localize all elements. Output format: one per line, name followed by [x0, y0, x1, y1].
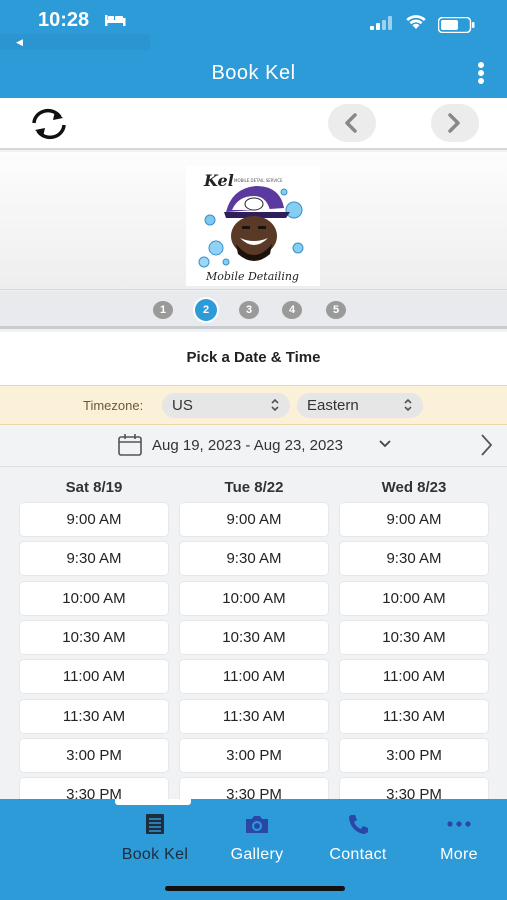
timezone-region-value: US — [172, 397, 193, 414]
time-slot-button[interactable]: 9:30 AM — [20, 542, 168, 575]
time-slot-grid: Sat 8/19 Tue 8/22 Wed 8/23 9:00 AM 9:30 … — [0, 467, 507, 799]
time-slot-button[interactable]: 3:00 PM — [180, 739, 328, 772]
time-slot-button[interactable]: 9:30 AM — [180, 542, 328, 575]
chevron-left-icon — [345, 113, 357, 133]
time-slot-button[interactable]: 11:00 AM — [180, 660, 328, 693]
svg-text:Mobile Detailing: Mobile Detailing — [205, 270, 299, 283]
step-1[interactable]: 1 — [153, 301, 173, 319]
time-slot-button[interactable]: 9:00 AM — [20, 503, 168, 536]
time-slot-button[interactable]: 10:00 AM — [340, 582, 488, 615]
time-slot-button[interactable]: 10:00 AM — [20, 582, 168, 615]
date-range-picker[interactable]: Aug 19, 2023 - Aug 23, 2023 — [152, 437, 343, 454]
book-icon — [146, 814, 164, 834]
step-5[interactable]: 5 — [326, 301, 346, 319]
time-slot-button[interactable]: 11:30 AM — [20, 700, 168, 733]
time-slot-button[interactable]: 10:30 AM — [180, 621, 328, 654]
time-slot-button[interactable]: 10:30 AM — [340, 621, 488, 654]
select-updown-icon — [271, 398, 279, 412]
timezone-row: Timezone: US Eastern — [0, 385, 507, 425]
previous-button[interactable] — [328, 104, 376, 142]
tab-label: More — [440, 846, 478, 863]
active-tab-indicator — [115, 799, 191, 805]
calendar-icon[interactable] — [117, 433, 143, 457]
step-3[interactable]: 3 — [239, 301, 259, 319]
day-column-header: Sat 8/19 — [65, 479, 123, 496]
cellular-signal-icon — [370, 16, 392, 30]
time-slot-button[interactable]: 9:00 AM — [180, 503, 328, 536]
svg-text:MOBILE DETAIL SERVICE: MOBILE DETAIL SERVICE — [234, 178, 283, 183]
home-indicator[interactable] — [165, 886, 345, 891]
battery-icon — [438, 17, 475, 33]
app-header: Book Kel — [0, 50, 507, 98]
tab-more[interactable]: More — [409, 813, 507, 864]
more-options-icon[interactable] — [474, 62, 488, 86]
status-time: 10:28 — [38, 9, 90, 31]
section-title: Pick a Date & Time — [0, 332, 507, 386]
chevron-down-icon[interactable] — [378, 439, 392, 449]
wifi-icon — [406, 15, 426, 29]
sleep-focus-icon — [105, 15, 126, 26]
phone-icon — [349, 815, 368, 834]
time-slot-button[interactable]: 11:00 AM — [340, 660, 488, 693]
timezone-zone-select[interactable]: Eastern — [297, 393, 423, 418]
refresh-icon[interactable] — [26, 106, 72, 142]
business-logo: Kel MOBILE DETAIL SERVICE Mobile Detaili… — [186, 166, 320, 286]
business-banner: Kel MOBILE DETAIL SERVICE Mobile Detaili… — [0, 152, 507, 290]
time-slot-button[interactable]: 11:30 AM — [340, 700, 488, 733]
time-slot-button[interactable]: 9:30 AM — [340, 542, 488, 575]
time-slot-button[interactable]: 10:00 AM — [180, 582, 328, 615]
timezone-region-select[interactable]: US — [162, 393, 290, 418]
step-indicator: 1 2 3 4 5 — [0, 291, 507, 329]
tab-label: Gallery — [230, 846, 284, 863]
day-column-header: Wed 8/23 — [381, 479, 447, 496]
time-slot-button[interactable]: 11:00 AM — [20, 660, 168, 693]
more-dots-icon — [447, 821, 471, 827]
day-column-header: Tue 8/22 — [224, 479, 284, 496]
tab-label: Contact — [329, 846, 387, 863]
tab-contact[interactable]: Contact — [308, 813, 408, 864]
step-2-active[interactable]: 2 — [195, 299, 217, 321]
time-slot-button[interactable]: 3:30 PM — [20, 778, 168, 799]
toolbar — [0, 98, 507, 150]
time-slot-button[interactable]: 3:00 PM — [340, 739, 488, 772]
time-slot-button[interactable]: 3:30 PM — [340, 778, 488, 799]
date-range-row: Aug 19, 2023 - Aug 23, 2023 — [0, 425, 507, 467]
next-dates-chevron-icon[interactable] — [478, 433, 494, 457]
status-bar: 10:28 ◀ — [0, 0, 507, 50]
tab-label: Book Kel — [121, 846, 189, 863]
timezone-zone-value: Eastern — [307, 397, 359, 414]
time-slot-button[interactable]: 10:30 AM — [20, 621, 168, 654]
step-4[interactable]: 4 — [282, 301, 302, 319]
camera-icon — [246, 816, 268, 833]
bottom-tab-bar: Book Kel Gallery Contact More — [0, 799, 507, 900]
time-slot-button[interactable]: 3:30 PM — [180, 778, 328, 799]
page-title: Book Kel — [211, 62, 296, 84]
chevron-right-icon — [448, 113, 460, 133]
time-slot-button[interactable]: 9:00 AM — [340, 503, 488, 536]
time-slot-button[interactable]: 11:30 AM — [180, 700, 328, 733]
tab-book-kel[interactable]: Book Kel — [105, 813, 205, 864]
select-updown-icon — [404, 398, 412, 412]
tab-gallery[interactable]: Gallery — [207, 813, 307, 864]
time-slot-button[interactable]: 3:00 PM — [20, 739, 168, 772]
timezone-label: Timezone: — [83, 398, 144, 413]
svg-text:Kel: Kel — [203, 171, 234, 190]
back-to-app-link[interactable]: ◀ — [0, 34, 150, 50]
next-button[interactable] — [431, 104, 479, 142]
